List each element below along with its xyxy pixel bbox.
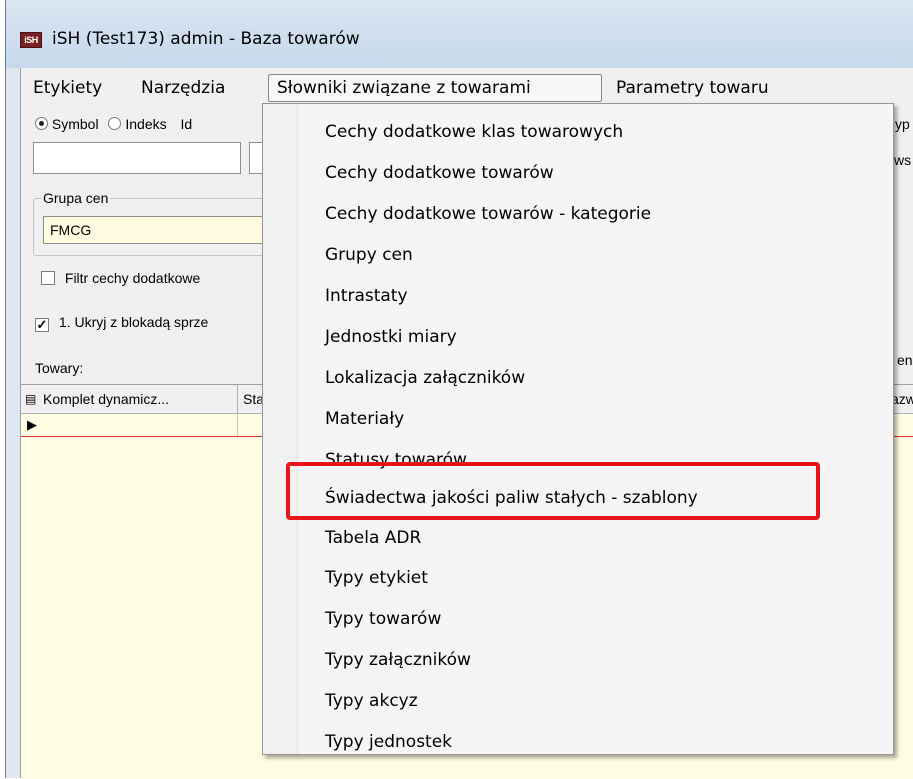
radio-id-label: Id: [180, 116, 193, 132]
menu-item-jednostki-miary[interactable]: Jednostki miary: [325, 319, 457, 355]
highlight-annotation: [286, 462, 820, 520]
products-label: Towary:: [35, 360, 84, 376]
filter-cechy-label: Filtr cechy dodatkowe: [64, 270, 201, 286]
menu-item-typy-akcyz[interactable]: Typy akcyz: [325, 683, 418, 719]
ukryj-row: ✓ 1. Ukryj z blokadą sprze: [35, 314, 208, 332]
slowniki-dropdown-menu: Cechy dodatkowe klas towarowych Cechy do…: [262, 103, 894, 755]
menu-item-tabela-adr[interactable]: Tabela ADR: [325, 520, 421, 556]
menu-item-lokalizacja[interactable]: Lokalizacja załączników: [325, 360, 525, 396]
menu-item-typy-towarow[interactable]: Typy towarów: [325, 601, 441, 637]
menu-item-materialy[interactable]: Materiały: [325, 401, 404, 437]
menu-gutter: [263, 104, 298, 754]
menu-item-grupy-cen[interactable]: Grupy cen: [325, 237, 413, 273]
title-bar: iSH iSH (Test173) admin - Baza towarów: [6, 0, 913, 68]
menu-item-typy-etykiet[interactable]: Typy etykiet: [325, 560, 428, 596]
typ-label: yp: [895, 116, 910, 132]
row-divider: [237, 414, 238, 436]
radio-indeks[interactable]: [108, 117, 122, 130]
price-group-value: FMCG: [50, 222, 92, 238]
menu-item-intrastaty[interactable]: Intrastaty: [325, 278, 408, 314]
filter-cechy-row: Filtr cechy dodatkowe: [41, 270, 200, 286]
menu-bar: Etykiety Narzędzia Słowniki związane z t…: [21, 72, 913, 104]
column-nazwa[interactable]: azw: [891, 391, 913, 407]
row-pointer-icon: ▶: [27, 417, 37, 432]
column-chooser-icon[interactable]: ▤: [25, 392, 36, 406]
menu-etykiety[interactable]: Etykiety: [25, 74, 110, 102]
column-komplet[interactable]: Komplet dynamicz...: [43, 391, 169, 407]
menu-item-typy-zalacznikow[interactable]: Typy załączników: [325, 642, 471, 678]
menu-parametry-towaru[interactable]: Parametry towaru: [608, 74, 777, 102]
price-group-select[interactable]: FMCG: [43, 216, 277, 244]
ukryj-label: 1. Ukryj z blokadą sprze: [58, 314, 209, 330]
products-right-label: enia: [897, 352, 913, 368]
ukryj-checkbox[interactable]: ✓: [35, 318, 49, 332]
menu-item-cechy-klas[interactable]: Cechy dodatkowe klas towarowych: [325, 114, 623, 150]
menu-narzedzia[interactable]: Narzędzia: [133, 74, 233, 102]
search-input[interactable]: [33, 142, 241, 174]
price-group-label: Grupa cen: [41, 190, 111, 206]
radio-symbol[interactable]: [35, 117, 48, 130]
window-title: iSH (Test173) admin - Baza towarów: [52, 29, 360, 49]
search-radio-group: Symbol Indeks Id: [35, 116, 192, 132]
column-divider: [237, 385, 238, 413]
filter-cechy-checkbox[interactable]: [41, 271, 55, 285]
menu-slowniki[interactable]: Słowniki związane z towarami: [268, 74, 602, 102]
menu-item-cechy-kategorie[interactable]: Cechy dodatkowe towarów - kategorie: [325, 196, 651, 232]
radio-indeks-label: Indeks: [125, 116, 167, 132]
menu-item-typy-jednostek[interactable]: Typy jednostek: [325, 724, 452, 760]
app-logo-icon: iSH: [20, 32, 42, 48]
radio-symbol-label: Symbol: [51, 116, 99, 132]
menu-item-cechy-towarow[interactable]: Cechy dodatkowe towarów: [325, 155, 554, 191]
column-status[interactable]: Sta: [243, 391, 264, 407]
